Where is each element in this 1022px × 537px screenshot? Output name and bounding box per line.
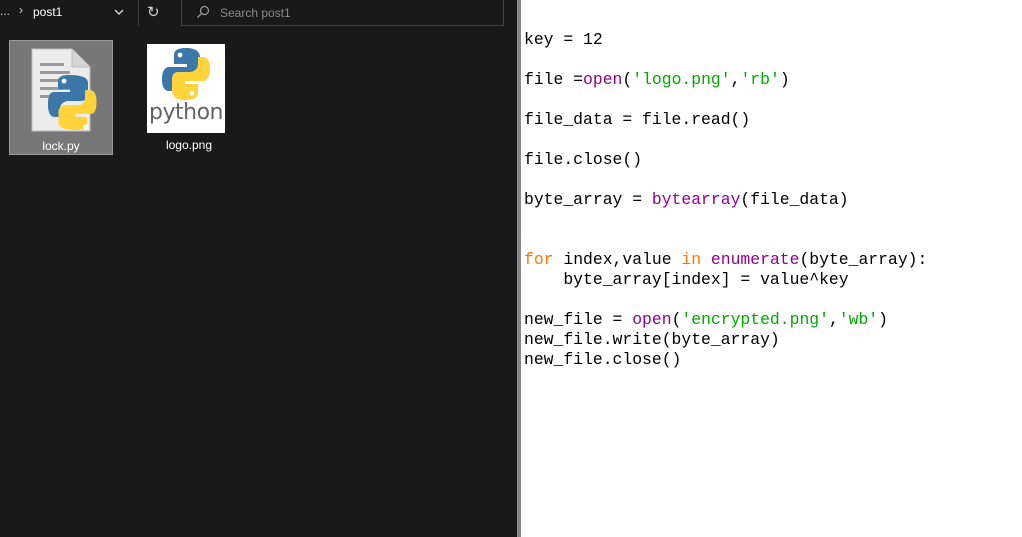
python-file-icon xyxy=(31,48,97,132)
code-token: ( xyxy=(622,70,633,89)
code-token: 'logo.png' xyxy=(632,70,731,89)
chevron-down-icon[interactable] xyxy=(113,6,125,18)
code-token: open xyxy=(583,70,623,89)
breadcrumb-separator: › xyxy=(19,3,23,17)
breadcrumb-overflow[interactable]: ... xyxy=(0,4,10,18)
breadcrumb-current-folder[interactable]: post1 xyxy=(33,5,62,19)
code-token: , xyxy=(730,70,741,89)
code-line[interactable]: byte_array = bytearray(file_data) xyxy=(524,190,927,210)
code-line[interactable] xyxy=(524,50,927,70)
code-token: (byte_array): xyxy=(799,250,928,269)
code-line[interactable] xyxy=(524,290,927,310)
file-item-logo-png[interactable]: python logo.png xyxy=(137,40,241,155)
search-input[interactable] xyxy=(220,4,480,22)
code-line[interactable]: new_file = open('encrypted.png','wb') xyxy=(524,310,927,330)
code-token: new_file.write(byte_array) xyxy=(524,330,780,349)
code-token: enumerate xyxy=(710,250,800,269)
address-toolbar: ... › post1 ↻ xyxy=(0,0,517,34)
code-token: new_file = xyxy=(524,310,633,329)
code-line[interactable]: new_file.write(byte_array) xyxy=(524,330,927,350)
code-token: 'wb' xyxy=(838,310,879,329)
code-token: file_data = file.read() xyxy=(524,110,751,129)
python-logo-thumbnail: python xyxy=(147,44,225,133)
file-name-label: logo.png xyxy=(165,138,213,152)
file-item-lock-py[interactable]: lock.py xyxy=(9,40,113,155)
search-box[interactable] xyxy=(181,0,504,26)
code-token: for xyxy=(524,250,554,269)
code-line[interactable] xyxy=(524,130,927,150)
code-line[interactable]: file =open('logo.png','rb') xyxy=(524,70,927,90)
code-line[interactable] xyxy=(524,170,927,190)
file-name-label: lock.py xyxy=(42,139,80,153)
code-token: 'rb' xyxy=(740,70,780,89)
code-line[interactable] xyxy=(524,90,927,110)
code-line[interactable]: byte_array[index] = value^key xyxy=(524,270,927,290)
address-bar[interactable]: ... › post1 xyxy=(0,0,137,26)
code-token: bytearray xyxy=(651,190,741,209)
code-line[interactable] xyxy=(524,230,927,250)
code-token: open xyxy=(632,310,672,329)
refresh-icon: ↻ xyxy=(147,3,160,21)
code-editor[interactable]: key = 12 file =open('logo.png','rb') file_… xyxy=(521,0,1022,537)
code-line[interactable] xyxy=(524,210,927,230)
code-token: , xyxy=(828,310,839,329)
code-line[interactable]: file_data = file.read() xyxy=(524,110,927,130)
code-token: file = xyxy=(524,70,584,89)
code-token: file.close() xyxy=(524,150,643,169)
code-line[interactable]: file.close() xyxy=(524,150,927,170)
code-token: ( xyxy=(671,310,682,329)
thumbnail-caption: python xyxy=(149,100,223,125)
code-text[interactable]: key = 12 file =open('logo.png','rb') file_… xyxy=(524,30,927,370)
code-token: new_file.close() xyxy=(524,350,682,369)
code-token: key = 12 xyxy=(524,30,603,49)
code-token: 'encrypted.png' xyxy=(681,310,829,329)
code-token: in xyxy=(681,250,702,269)
code-token: (file_data) xyxy=(740,190,849,209)
code-token: ) xyxy=(878,310,888,329)
refresh-button[interactable]: ↻ xyxy=(138,0,168,26)
code-token: index,value xyxy=(553,250,682,269)
file-explorer-window: ... › post1 ↻ Search post1 lock.py pytho… xyxy=(0,0,517,537)
code-line[interactable]: new_file.close() xyxy=(524,350,927,370)
code-token: byte_array[index] = value^key xyxy=(524,270,849,289)
python-logo-icon xyxy=(162,48,210,100)
code-token: byte_array = xyxy=(524,190,652,209)
search-icon xyxy=(197,5,210,18)
code-token: ) xyxy=(779,70,790,89)
code-line[interactable]: for index,value in enumerate(byte_array)… xyxy=(524,250,927,270)
code-line[interactable]: key = 12 xyxy=(524,30,927,50)
